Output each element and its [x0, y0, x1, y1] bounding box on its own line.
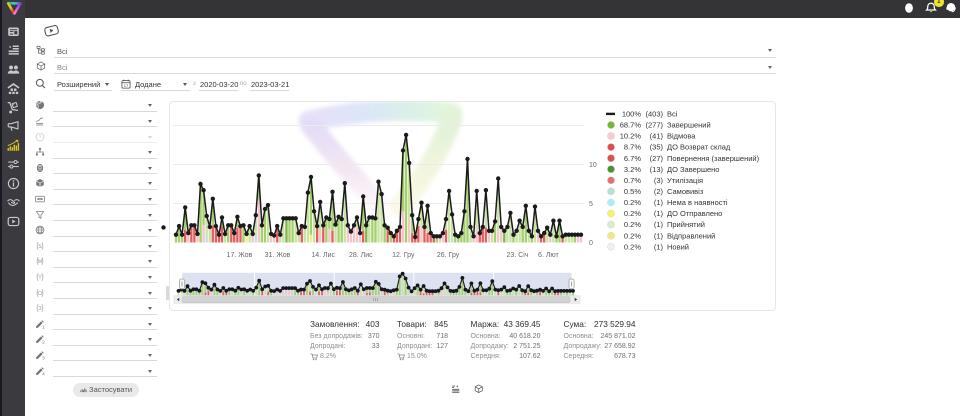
svg-text:28. Лис: 28. Лис — [349, 252, 373, 259]
svg-text:0.2%: 0.2% — [624, 231, 641, 240]
svg-text:0: 0 — [589, 240, 593, 247]
svg-text:Завершений: Завершений — [667, 121, 711, 130]
svg-text:(1): (1) — [654, 209, 664, 218]
svg-text:Нема в наявності: Нема в наявності — [667, 198, 728, 207]
svg-text:0.7%: 0.7% — [624, 176, 641, 185]
svg-text:17. Жов: 17. Жов — [227, 252, 253, 259]
svg-text:Прийнятий: Прийнятий — [667, 220, 705, 229]
svg-text:(1): (1) — [654, 231, 664, 240]
svg-text:6.7%: 6.7% — [624, 154, 641, 163]
svg-text:(27): (27) — [650, 154, 664, 163]
svg-text:68.7%: 68.7% — [620, 121, 642, 130]
svg-text:Утилізація: Утилізація — [667, 176, 703, 185]
svg-text:Відмова: Відмова — [667, 132, 696, 141]
svg-text:Всі: Всі — [667, 110, 678, 119]
svg-text:(403): (403) — [645, 110, 663, 119]
svg-text:100%: 100% — [622, 110, 642, 119]
svg-text:Відправлений: Відправлений — [667, 231, 715, 240]
svg-text:(35): (35) — [650, 143, 664, 152]
svg-text:31. Жов: 31. Жов — [265, 252, 291, 259]
svg-text:3.2%: 3.2% — [624, 165, 641, 174]
svg-text:14. Лис: 14. Лис — [311, 252, 335, 259]
svg-text:Новий: Новий — [667, 242, 689, 251]
svg-text:0.2%: 0.2% — [624, 209, 641, 218]
svg-text:ДО Отправлено: ДО Отправлено — [667, 209, 722, 218]
svg-text:(1): (1) — [654, 198, 664, 207]
svg-text:23. Січ: 23. Січ — [507, 251, 529, 259]
svg-text:ДО Завершено: ДО Завершено — [667, 165, 719, 174]
svg-text:ДО Возврат склад: ДО Возврат склад — [667, 143, 731, 152]
svg-text:(3): (3) — [654, 176, 664, 185]
svg-text:0.5%: 0.5% — [624, 187, 641, 196]
svg-text:(41): (41) — [650, 132, 664, 141]
svg-text:6. Лют: 6. Лют — [538, 252, 559, 259]
svg-text:(2): (2) — [654, 187, 664, 196]
svg-text:10: 10 — [589, 162, 597, 169]
svg-text:(1): (1) — [654, 220, 664, 229]
svg-text:(13): (13) — [650, 165, 664, 174]
svg-text:5: 5 — [589, 201, 593, 208]
svg-text:0.2%: 0.2% — [624, 198, 641, 207]
svg-text:(1): (1) — [654, 242, 664, 251]
svg-text:0.2%: 0.2% — [624, 220, 641, 229]
svg-text:10.2%: 10.2% — [620, 132, 642, 141]
svg-text:Повернення (завершений): Повернення (завершений) — [667, 154, 760, 163]
svg-text:26. Гру: 26. Гру — [437, 252, 460, 259]
svg-text:8.7%: 8.7% — [624, 143, 641, 152]
svg-text:Самовивіз: Самовивіз — [667, 187, 704, 196]
svg-text:0.2%: 0.2% — [624, 242, 641, 251]
svg-text:12. Гру: 12. Гру — [392, 252, 415, 259]
svg-text:(277): (277) — [645, 121, 663, 130]
